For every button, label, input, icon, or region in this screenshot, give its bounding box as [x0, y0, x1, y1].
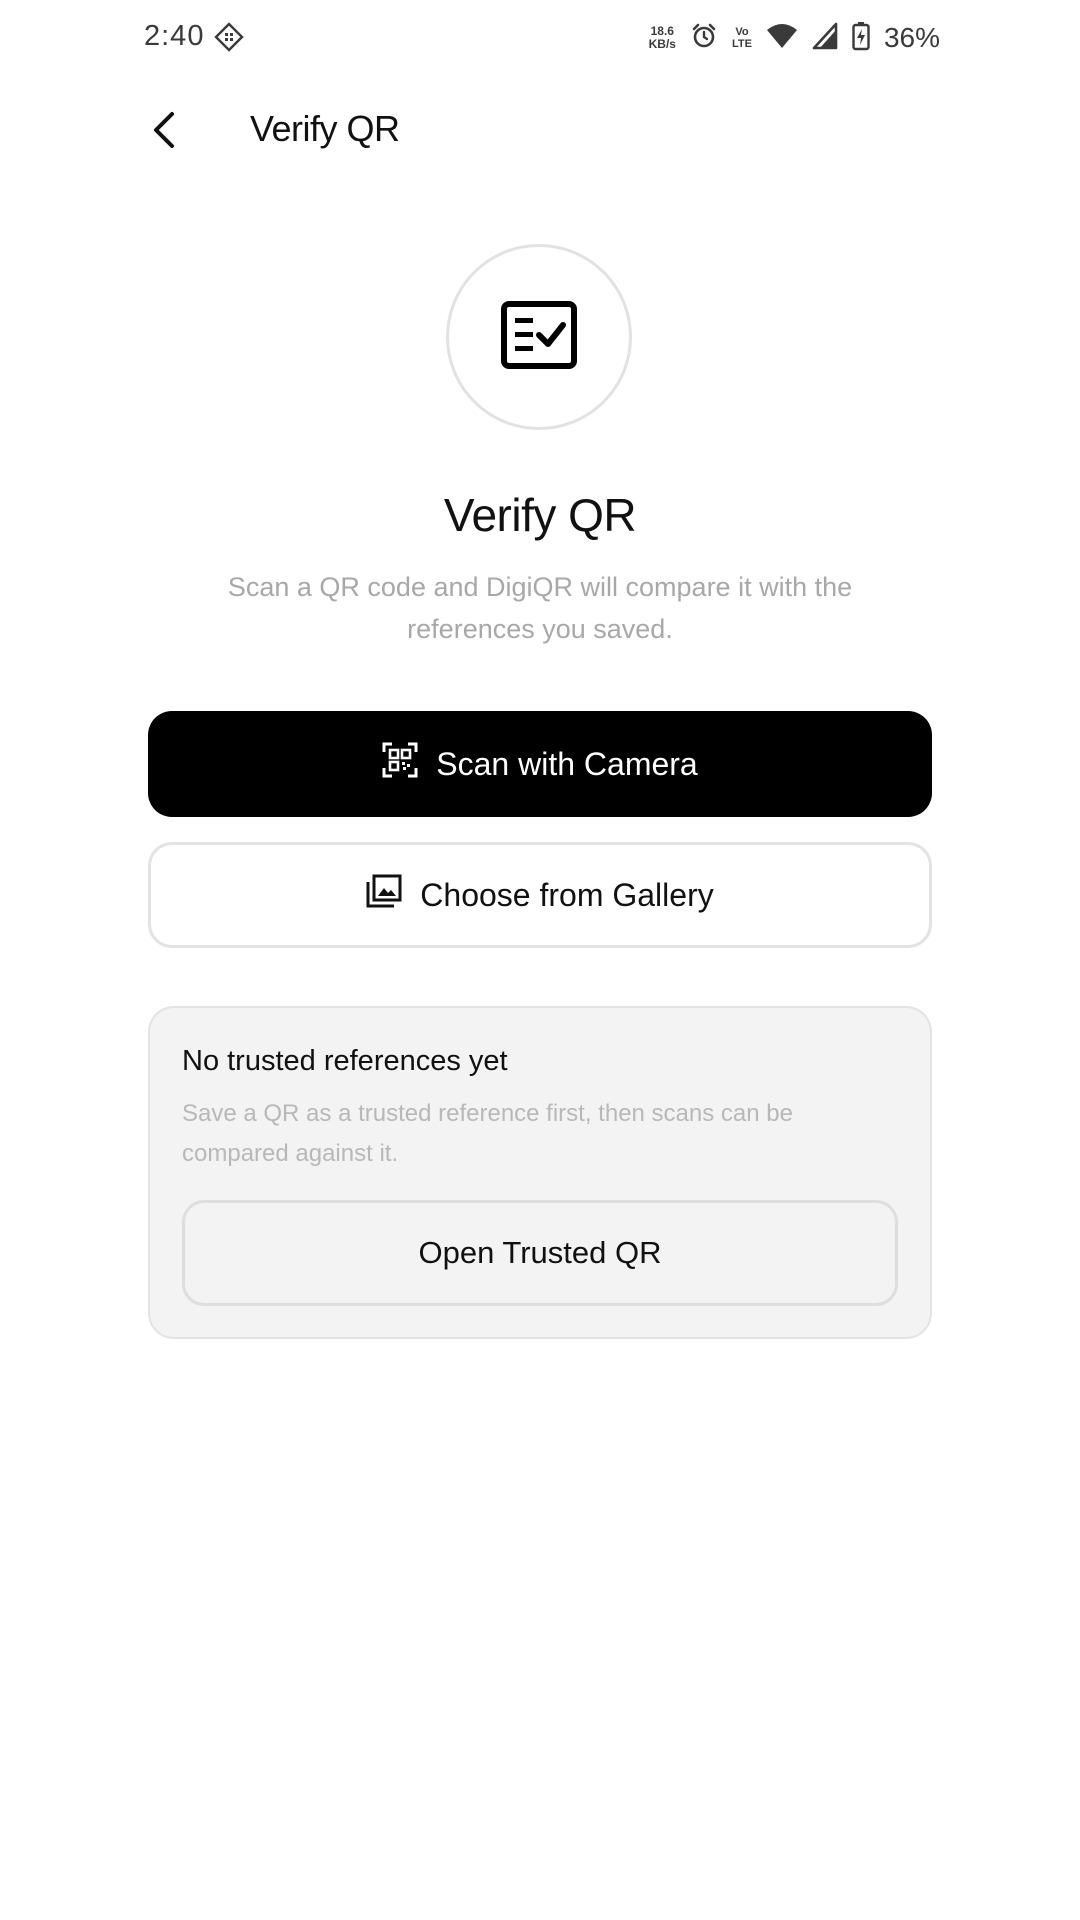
- trusted-card-title: No trusted references yet: [182, 1045, 508, 1077]
- hero-subtitle: Scan a QR code and DigiQR will compare i…: [227, 572, 853, 644]
- gallery-icon: [366, 874, 402, 916]
- status-bar: 2:40 18.6 KB/s Vo LTE 36%: [0, 0, 1080, 74]
- alarm-icon: [690, 22, 718, 55]
- network-speed: 18.6 KB/s: [649, 25, 676, 51]
- open-trusted-qr-label: Open Trusted QR: [418, 1235, 662, 1270]
- open-trusted-qr-button[interactable]: Open Trusted QR: [182, 1200, 898, 1306]
- scan-with-camera-button[interactable]: Scan with Camera: [148, 711, 932, 817]
- choose-from-gallery-label: Choose from Gallery: [420, 876, 714, 913]
- scan-with-camera-label: Scan with Camera: [436, 745, 698, 782]
- volte-indicator: Vo LTE: [732, 26, 752, 50]
- volte-bottom: LTE: [731, 38, 752, 50]
- page-title: Verify QR: [250, 108, 400, 149]
- chevron-left-icon: [150, 110, 178, 155]
- back-button[interactable]: [140, 104, 188, 160]
- checklist-icon: [501, 300, 577, 374]
- battery-charging-icon: [852, 21, 870, 56]
- cellular-signal-icon: [812, 22, 838, 55]
- hero-title: Verify QR: [443, 489, 637, 541]
- choose-from-gallery-button[interactable]: Choose from Gallery: [148, 842, 932, 948]
- qr-scan-icon: [382, 742, 418, 786]
- wifi-icon: [766, 22, 798, 55]
- status-icons: 18.6 KB/s Vo LTE 36%: [649, 20, 940, 56]
- trusted-references-card: No trusted references yet Save a QR as a…: [148, 1006, 932, 1339]
- trusted-card-description: Save a QR as a trusted reference first, …: [182, 1100, 793, 1167]
- battery-percent: 36%: [883, 22, 940, 53]
- app-notification-icon: [214, 22, 244, 52]
- hero-icon-badge: [446, 244, 632, 430]
- volte-top: Vo: [735, 26, 749, 38]
- status-time: 2:40: [144, 20, 205, 52]
- network-speed-unit: KB/s: [648, 37, 676, 51]
